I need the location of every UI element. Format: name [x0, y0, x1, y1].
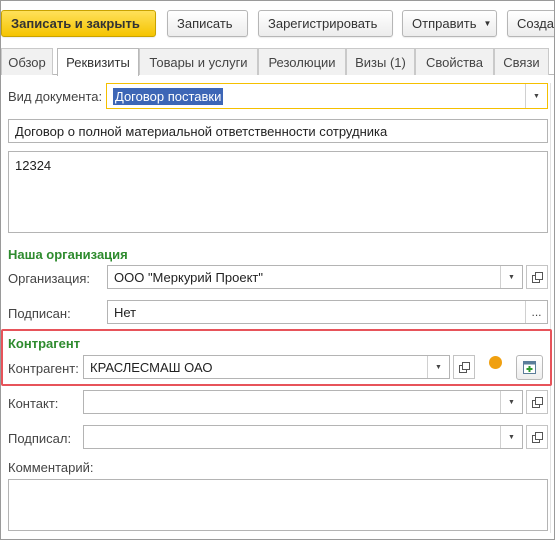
our-organization-section-title: Наша организация — [8, 247, 128, 262]
tab-links[interactable]: Связи — [494, 48, 549, 75]
contact-label: Контакт: — [8, 396, 59, 411]
description-textarea[interactable]: 12324 — [8, 151, 548, 233]
tab-resolutions[interactable]: Резолюции — [258, 48, 346, 75]
tab-label: Связи — [503, 54, 540, 70]
dropdown-arrow-icon[interactable]: ▼ — [500, 391, 522, 413]
contact-field[interactable]: ▼ — [83, 390, 523, 414]
tab-visas[interactable]: Визы (1) — [346, 48, 415, 75]
counterparty-section-title: Контрагент — [8, 336, 81, 351]
scroll-track — [550, 83, 551, 533]
tab-label: Обзор — [8, 54, 46, 70]
open-icon[interactable] — [453, 355, 475, 379]
signed-field-1[interactable]: Нет ... — [107, 300, 548, 324]
chevron-down-icon: ▼ — [483, 19, 492, 28]
tab-label: Товары и услуги — [149, 54, 248, 70]
title-field[interactable]: Договор о полной материальной ответствен… — [8, 119, 548, 143]
comment-label: Комментарий: — [8, 460, 94, 475]
tab-requisites[interactable]: Реквизиты — [57, 48, 139, 76]
organization-label: Организация: — [8, 271, 91, 286]
signed-value-1: Нет — [114, 304, 137, 320]
open-icon[interactable] — [526, 265, 548, 289]
tab-properties[interactable]: Свойства — [415, 48, 494, 75]
send-label: Отправить — [412, 16, 477, 31]
create-label: Созда — [517, 16, 554, 31]
tab-label: Свойства — [425, 54, 484, 70]
ellipsis-icon[interactable]: ... — [525, 301, 547, 323]
save-and-close-label: Записать и закрыть — [11, 16, 140, 31]
tab-goods-services[interactable]: Товары и услуги — [139, 48, 258, 75]
signed-label-2: Подписал: — [8, 431, 72, 446]
open-icon[interactable] — [526, 390, 548, 414]
document-form-window: Записать и закрыть Записать Зарегистриро… — [0, 0, 555, 540]
tab-bar: Обзор Реквизиты Товары и услуги Резолюци… — [1, 48, 554, 76]
dropdown-arrow-icon[interactable]: ▼ — [500, 426, 522, 448]
save-and-close-button[interactable]: Записать и закрыть — [1, 10, 156, 37]
tab-label: Визы (1) — [355, 54, 406, 70]
counterparty-label: Контрагент: — [8, 361, 79, 376]
send-button[interactable]: Отправить ▼ — [402, 10, 497, 37]
status-dot-icon — [489, 356, 502, 369]
create-new-icon[interactable] — [516, 355, 543, 380]
organization-field[interactable]: ООО "Меркурий Проект" ▼ — [107, 265, 523, 289]
create-button[interactable]: Созда — [507, 10, 554, 37]
dropdown-arrow-icon[interactable]: ▼ — [427, 356, 449, 378]
register-button[interactable]: Зарегистрировать — [258, 10, 393, 37]
tab-label: Реквизиты — [66, 55, 130, 70]
tab-label: Резолюции — [268, 54, 336, 70]
doc-type-label: Вид документа: — [8, 89, 103, 104]
signed-field-2[interactable]: ▼ — [83, 425, 523, 449]
description-value: 12324 — [15, 158, 52, 173]
dropdown-arrow-icon[interactable]: ▼ — [500, 266, 522, 288]
organization-value: ООО "Меркурий Проект" — [114, 269, 263, 285]
open-icon[interactable] — [526, 425, 548, 449]
save-label: Записать — [177, 16, 233, 31]
tab-overview[interactable]: Обзор — [1, 48, 53, 75]
counterparty-value: КРАСЛЕСМАШ ОАО — [90, 359, 213, 375]
signed-label-1: Подписан: — [8, 306, 71, 321]
doc-type-value: Договор поставки — [113, 87, 224, 105]
counterparty-field[interactable]: КРАСЛЕСМАШ ОАО ▼ — [83, 355, 450, 379]
save-button[interactable]: Записать — [167, 10, 248, 37]
title-value: Договор о полной материальной ответствен… — [15, 123, 388, 139]
doc-type-field[interactable]: Договор поставки ▼ — [106, 83, 548, 109]
comment-textarea[interactable] — [8, 479, 548, 531]
register-label: Зарегистрировать — [268, 16, 378, 31]
dropdown-arrow-icon[interactable]: ▼ — [525, 84, 547, 108]
